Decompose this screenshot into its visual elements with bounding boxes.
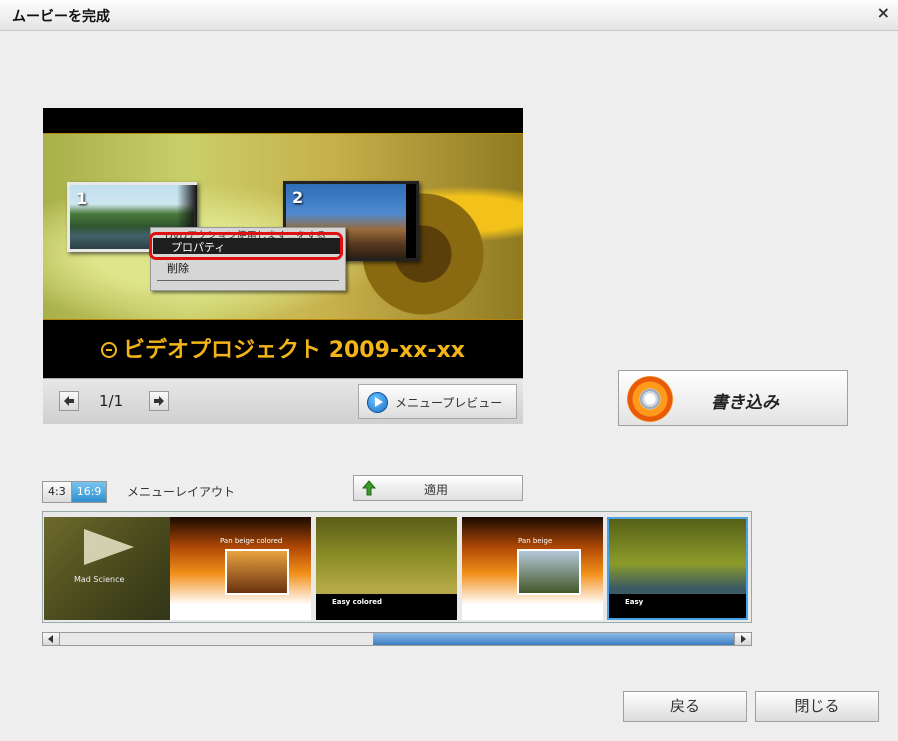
menu-layout-label: メニューレイアウト	[127, 485, 236, 499]
menu-template-item-selected[interactable]: Easy	[607, 517, 748, 620]
aspect-16-9-option[interactable]: 16:9	[71, 482, 107, 502]
apply-label: 適用	[424, 483, 449, 497]
close-button[interactable]: 閉じる	[755, 691, 879, 722]
arrow-right-icon	[154, 396, 164, 406]
back-button[interactable]: 戻る	[623, 691, 747, 722]
title-bullet-icon	[101, 342, 118, 358]
menu-separator	[157, 280, 339, 281]
window-title: ムービーを完成	[12, 9, 110, 25]
highlight-ring	[149, 232, 343, 260]
menu-template-item[interactable]: Mad Science	[44, 517, 185, 620]
scroll-thumb[interactable]	[373, 633, 735, 645]
aspect-ratio-toggle: 4:3 16:9	[42, 481, 108, 503]
menu-preview-button[interactable]: メニュープレビュー	[358, 384, 517, 419]
template-scrollbar[interactable]	[42, 632, 752, 646]
template-caption: Pan beige	[518, 537, 553, 545]
burn-button[interactable]: 書き込み	[618, 370, 848, 426]
page-indicator: 1/1	[99, 392, 124, 410]
template-caption: Mad Science	[74, 575, 125, 584]
menu-template-item[interactable]: Easy colored	[316, 517, 457, 620]
template-caption: Pan beige colored	[220, 537, 283, 545]
apply-button[interactable]: 適用	[353, 475, 523, 501]
scroll-left-button[interactable]	[43, 633, 60, 645]
next-page-button[interactable]	[149, 391, 169, 411]
menu-template-item[interactable]: Pan beige colored	[170, 517, 311, 620]
menu-template-strip: Mad Science Pan beige colored Easy color…	[42, 511, 752, 623]
chapter-number: 2	[292, 188, 304, 207]
context-menu-item-delete[interactable]: 削除	[167, 260, 189, 276]
close-icon[interactable]: ×	[877, 3, 890, 22]
divider	[43, 133, 523, 134]
template-caption: Easy	[625, 598, 644, 606]
triangle-left-icon	[48, 635, 53, 643]
menu-title-text: ビデオプロジェクト 2009-xx-xx	[123, 338, 465, 363]
burn-disc-icon	[627, 376, 673, 422]
template-caption: Easy colored	[332, 598, 383, 606]
chapter-number: 1	[76, 189, 88, 208]
menu-template-item[interactable]: Pan beige	[462, 517, 603, 620]
play-icon	[367, 392, 388, 413]
arrow-left-icon	[64, 396, 74, 406]
title-bar: ムービーを完成 ×	[0, 0, 898, 31]
triangle-right-icon	[741, 635, 746, 643]
preview-nav-bar: 1/1 メニュープレビュー	[43, 378, 523, 424]
menu-title[interactable]: ビデオプロジェクト 2009-xx-xx	[43, 332, 523, 364]
arrow-up-icon	[362, 480, 376, 496]
scroll-right-button[interactable]	[734, 633, 751, 645]
menu-preview-label: メニュープレビュー	[395, 396, 503, 410]
aspect-4-3-option[interactable]: 4:3	[43, 482, 72, 502]
previous-page-button[interactable]	[59, 391, 79, 411]
burn-label: 書き込み	[711, 393, 779, 413]
menu-preview-panel: 1 2 DVDアクション使用します...をする プロパティ 削除 ビデオプロジェ…	[43, 108, 523, 424]
